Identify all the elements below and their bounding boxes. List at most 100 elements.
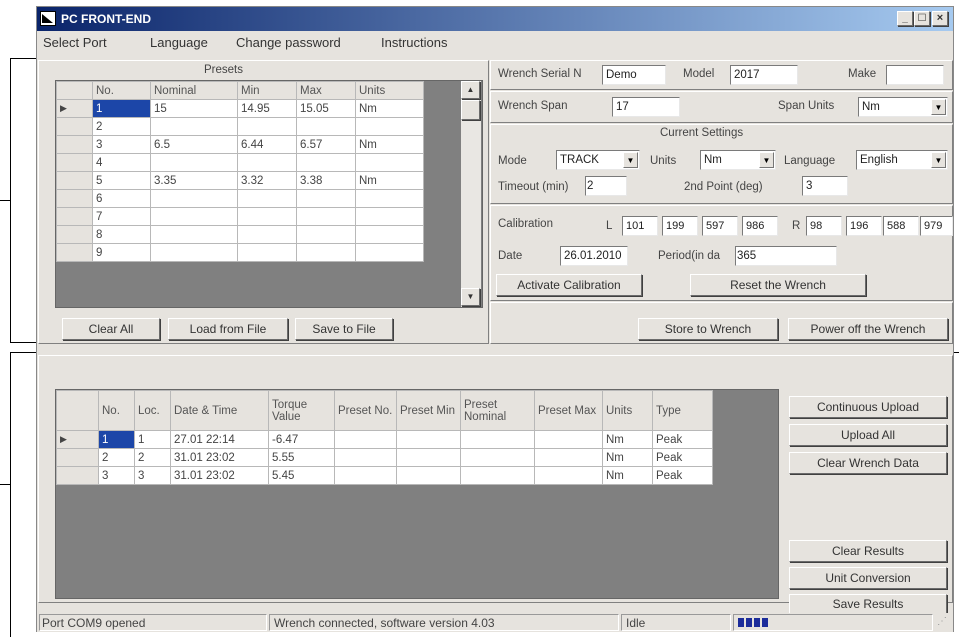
timeout-field[interactable]: 2	[585, 176, 627, 196]
results-header-row: No. Loc. Date & Time Torque Value Preset…	[56, 390, 713, 431]
table-row[interactable]: 8	[56, 225, 424, 244]
table-row[interactable]: 7	[56, 207, 424, 226]
minimize-button[interactable]: _	[897, 11, 913, 26]
load-from-file-button[interactable]: Load from File	[168, 318, 288, 340]
table-row[interactable]: 3 6.5 6.44 6.57 Nm	[56, 135, 424, 154]
activity-progress-bar	[733, 614, 933, 631]
mode-select[interactable]: TRACK ▼	[556, 150, 640, 170]
maximize-button[interactable]: ☐	[914, 11, 930, 26]
table-row[interactable]: 2	[56, 117, 424, 136]
cal-l-2[interactable]: 199	[662, 216, 698, 236]
cal-l-3[interactable]: 597	[702, 216, 738, 236]
results-grid: No. Loc. Date & Time Torque Value Preset…	[55, 389, 779, 599]
upload-all-button[interactable]: Upload All	[789, 424, 947, 446]
save-to-file-button[interactable]: Save to File	[295, 318, 393, 340]
menu-change-password[interactable]: Change password	[236, 35, 341, 50]
units-label: Units	[650, 155, 677, 167]
chevron-down-icon[interactable]: ▼	[759, 152, 774, 168]
table-row[interactable]: ▶ 1 15 14.95 15.05 Nm	[56, 99, 424, 118]
clear-wrench-data-button[interactable]: Clear Wrench Data	[789, 452, 947, 474]
progress-block	[754, 618, 760, 627]
model-field[interactable]: 2017	[730, 65, 798, 85]
current-settings-title: Current Settings	[660, 127, 744, 139]
chevron-down-icon[interactable]: ▼	[623, 152, 638, 168]
model-label: Model	[683, 68, 715, 80]
resize-grip-icon[interactable]: ⋰	[937, 616, 947, 627]
timeout-label: Timeout (min)	[498, 181, 569, 193]
annotation-line-bottom-left	[10, 352, 11, 637]
cal-r-4[interactable]: 979	[920, 216, 953, 236]
scroll-thumb[interactable]	[461, 100, 480, 120]
second-point-field[interactable]: 3	[802, 176, 848, 196]
table-row[interactable]: 2 2 31.01 23:02 5.55 Nm Peak	[56, 448, 713, 467]
chevron-down-icon[interactable]: ▼	[931, 99, 946, 115]
language-label: Language	[784, 155, 836, 167]
period-field[interactable]: 365	[735, 246, 837, 266]
menu-select-port[interactable]: Select Port	[43, 35, 107, 50]
results-col-torque: Torque Value	[268, 390, 335, 431]
span-units-select[interactable]: Nm ▼	[858, 97, 948, 117]
scroll-up-icon[interactable]: ▲	[461, 81, 480, 99]
results-col-no: No.	[98, 390, 135, 431]
status-state-text: Idle	[626, 616, 646, 630]
menu-language[interactable]: Language	[150, 35, 208, 50]
calibration-l-label: L	[606, 220, 613, 232]
title-bar[interactable]: PC FRONT-END _ ☐ ×	[37, 7, 953, 31]
close-button[interactable]: ×	[932, 11, 948, 26]
cal-r-1[interactable]: 98	[806, 216, 842, 236]
calibration-r-label: R	[792, 220, 801, 232]
table-row[interactable]: 3 3 31.01 23:02 5.45 Nm Peak	[56, 466, 713, 485]
row-pointer-icon: ▶	[56, 430, 99, 449]
results-col-units: Units	[602, 390, 653, 431]
table-row[interactable]: 6	[56, 189, 424, 208]
status-connection-text: Wrench connected, software version 4.03	[274, 616, 495, 630]
presets-grid: No. Nominal Min Max Units ▶ 1 15 14.95 15.05…	[55, 80, 483, 308]
results-indicator-header	[56, 390, 99, 431]
cal-l-1[interactable]: 101	[622, 216, 658, 236]
make-label: Make	[848, 68, 877, 80]
results-col-preset-min: Preset Min	[396, 390, 461, 431]
make-field[interactable]	[886, 65, 944, 85]
presets-col-nominal: Nominal	[150, 81, 238, 100]
annotation-tick-1	[0, 200, 11, 201]
table-row[interactable]: 9	[56, 243, 424, 262]
save-results-button[interactable]: Save Results	[789, 594, 947, 614]
second-point-label: 2nd Point (deg)	[684, 181, 763, 193]
clear-results-button[interactable]: Clear Results	[789, 540, 947, 562]
chevron-down-icon[interactable]: ▼	[931, 152, 946, 168]
menu-bar: Select Port Language Change password Ins…	[37, 32, 953, 52]
date-label: Date	[498, 250, 523, 262]
scroll-down-icon[interactable]: ▼	[461, 288, 480, 306]
app-icon	[40, 11, 56, 26]
power-off-button[interactable]: Power off the Wrench	[788, 318, 948, 340]
presets-scrollbar[interactable]: ▲ ▼	[461, 81, 481, 307]
date-field[interactable]: 26.01.2010	[560, 246, 628, 266]
continuous-upload-button[interactable]: Continuous Upload	[789, 396, 947, 418]
unit-conversion-button[interactable]: Unit Conversion	[789, 567, 947, 589]
period-label: Period(in da	[658, 250, 721, 262]
clear-all-button[interactable]: Clear All	[62, 318, 160, 340]
store-to-wrench-button[interactable]: Store to Wrench	[638, 318, 778, 340]
units-select[interactable]: Nm ▼	[700, 150, 776, 170]
reset-wrench-button[interactable]: Reset the Wrench	[690, 274, 866, 296]
cal-l-4[interactable]: 986	[742, 216, 778, 236]
presets-indicator-header	[56, 81, 93, 100]
table-row[interactable]: 5 3.35 3.32 3.38 Nm	[56, 171, 424, 190]
mode-label: Mode	[498, 155, 527, 167]
menu-instructions[interactable]: Instructions	[381, 35, 447, 50]
cal-r-3[interactable]: 588	[883, 216, 919, 236]
table-row[interactable]: ▶ 1 1 27.01 22:14 -6.47 Nm Peak	[56, 430, 713, 449]
cal-r-2[interactable]: 196	[846, 216, 882, 236]
span-units-value: Nm	[862, 101, 880, 113]
serial-label: Wrench Serial N	[498, 68, 582, 80]
progress-block	[746, 618, 752, 627]
language-select[interactable]: English ▼	[856, 150, 948, 170]
units-value: Nm	[704, 154, 722, 166]
calibration-label: Calibration	[498, 218, 553, 230]
activate-calibration-button[interactable]: Activate Calibration	[496, 274, 642, 296]
status-bar: Port COM9 opened Wrench connected, softw…	[37, 613, 953, 632]
window-title: PC FRONT-END	[61, 12, 151, 26]
table-row[interactable]: 4	[56, 153, 424, 172]
span-field[interactable]: 17	[612, 97, 680, 117]
serial-field[interactable]: Demo	[602, 65, 666, 85]
